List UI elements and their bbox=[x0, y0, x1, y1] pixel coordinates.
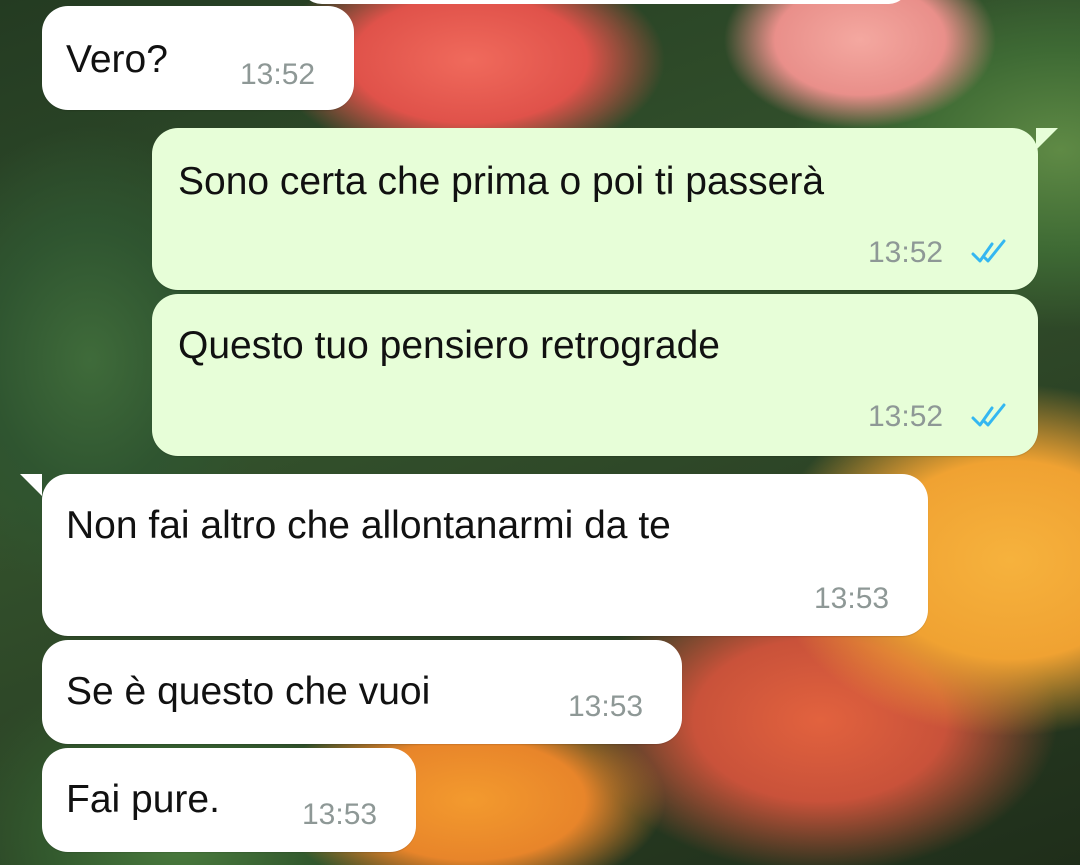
message-timestamp: 13:52 bbox=[868, 236, 944, 269]
previous-message-bubble-edge[interactable] bbox=[300, 0, 910, 4]
message-text: Se è questo che vuoi bbox=[66, 670, 431, 713]
message-bubble-incoming[interactable]: Se è questo che vuoi 13:53 bbox=[42, 640, 682, 744]
message-text: Fai pure. bbox=[66, 778, 220, 821]
message-bubble-incoming[interactable]: Fai pure. 13:53 bbox=[42, 748, 416, 852]
message-text: Vero? bbox=[66, 38, 168, 81]
bubble-tail bbox=[1036, 128, 1058, 150]
double-check-icon bbox=[971, 403, 1006, 427]
message-timestamp: 13:52 bbox=[868, 400, 944, 433]
message-timestamp: 13:53 bbox=[814, 582, 890, 615]
message-text: Non fai altro che allontanarmi da te bbox=[66, 504, 671, 547]
message-timestamp: 13:53 bbox=[568, 690, 644, 723]
message-text: Questo tuo pensiero retrograde bbox=[178, 324, 721, 367]
message-bubble-incoming[interactable]: Non fai altro che allontanarmi da te 13:… bbox=[42, 474, 928, 636]
message-bubble-outgoing[interactable]: Questo tuo pensiero retrograde 13:52 bbox=[152, 294, 1038, 456]
bubble-tail bbox=[20, 474, 42, 496]
message-text: Sono certa che prima o poi ti passerà bbox=[178, 160, 825, 203]
message-bubble-outgoing[interactable]: Sono certa che prima o poi ti passerà 13… bbox=[152, 128, 1038, 290]
double-check-icon bbox=[971, 239, 1006, 263]
message-timestamp: 13:52 bbox=[240, 58, 316, 91]
message-timestamp: 13:53 bbox=[302, 798, 378, 831]
message-bubble-incoming[interactable]: Vero? 13:52 bbox=[42, 6, 354, 110]
